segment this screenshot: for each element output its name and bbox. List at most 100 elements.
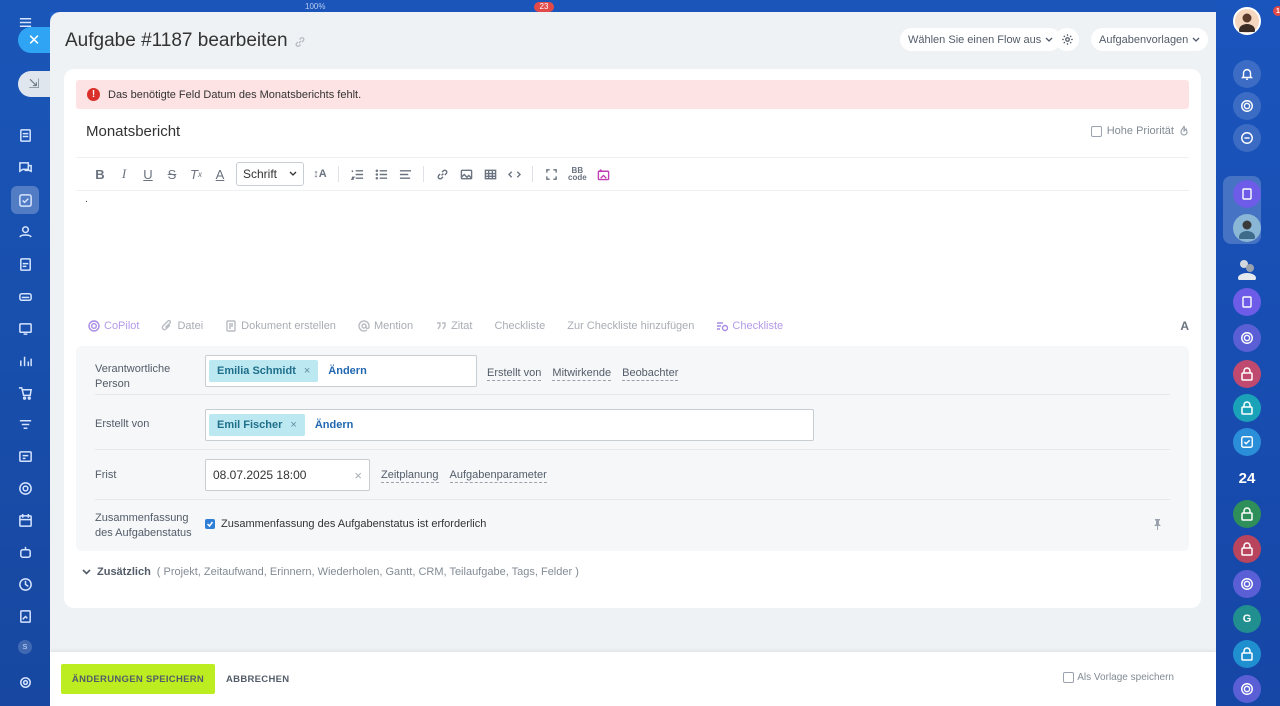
editor-body[interactable]: . [85,194,88,205]
remove-user-icon[interactable]: × [304,365,310,377]
save-changes-button[interactable]: ÄNDERUNGEN SPEICHERN [61,664,215,694]
checklist-button[interactable]: Checkliste [494,320,545,332]
task-title-input[interactable]: Monatsbericht [86,123,180,140]
contact-avatar[interactable] [1233,214,1261,242]
summary-required-toggle[interactable]: Zusammenfassung des Aufgabenstatus ist e… [205,518,486,530]
close-panel-button[interactable]: ✕ [18,27,50,53]
align-icon[interactable] [393,164,417,184]
task-fields-panel: Verantwortliche Person Emilia Schmidt × … [76,346,1189,551]
high-priority-toggle[interactable]: Hohe Priorität [1090,125,1189,137]
text-color-button[interactable]: A [208,164,232,184]
lock-icon-2[interactable] [1233,394,1261,422]
save-as-template-toggle[interactable]: Als Vorlage speichern [1063,672,1174,683]
italic-button[interactable]: I [112,164,136,184]
lock-icon-5[interactable] [1233,640,1261,668]
bell-icon[interactable] [1233,60,1261,88]
chat-icon[interactable] [17,159,33,175]
marketing-icon[interactable] [17,416,33,432]
responsible-user-selector[interactable]: Emilia Schmidt × Ändern [205,355,477,387]
change-user-link[interactable]: Ändern [315,419,354,431]
lock-icon[interactable] [1233,360,1261,388]
priority-checkbox[interactable] [1090,125,1102,137]
flow-select[interactable]: Wählen Sie einen Flow aus [900,28,1062,51]
change-user-link[interactable]: Ändern [328,365,367,377]
quote-button[interactable]: Zitat [435,320,472,332]
additional-label: Zusätzlich [97,566,151,578]
copilot-chat-icon-2[interactable] [1233,570,1261,598]
clear-date-icon[interactable]: × [354,468,362,483]
sites-icon[interactable] [17,320,33,336]
file-button[interactable]: Datei [161,320,203,332]
automation-icon[interactable] [17,576,33,592]
copilot-chat-icon[interactable] [1233,324,1261,352]
link-icon[interactable] [430,164,454,184]
scheduling-link[interactable]: Zeitplanung [381,469,439,483]
copilot-button[interactable]: CoPilot [88,320,139,332]
groups-icon[interactable] [17,223,33,239]
font-select[interactable]: Schrift [236,162,304,186]
save-as-template-checkbox[interactable] [1063,672,1075,683]
table-icon[interactable] [478,164,502,184]
pin-icon[interactable] [1153,518,1162,530]
bbcode-icon[interactable]: BB code [563,164,592,184]
additional-section-toggle[interactable]: Zusätzlich ( Projekt, Zeitaufwand, Erinn… [82,566,579,578]
creator-user-selector[interactable]: Emil Fischer × Ändern [205,409,814,441]
analytics-icon[interactable] [17,352,33,368]
tasks-icon[interactable] [17,192,33,208]
user-avatar[interactable] [1233,7,1261,35]
robot-icon[interactable] [17,544,33,560]
clear-format-button[interactable]: Tx [184,164,208,184]
templates-dropdown[interactable]: Aufgabenvorlagen [1091,28,1209,51]
numbered-list-icon[interactable] [345,164,369,184]
cancel-button[interactable]: ABBRECHEN [226,664,289,694]
bullet-list-icon[interactable] [369,164,393,184]
image-icon[interactable] [454,164,478,184]
deadline-input[interactable]: 08.07.2025 18:00 × [205,459,370,491]
settings-gear-icon[interactable] [17,674,33,690]
code-icon[interactable] [502,164,526,184]
font-size-button[interactable]: ↕A [308,164,332,184]
font-toggle-button[interactable]: A [1180,319,1189,333]
checklist-new-button[interactable]: Checkliste [716,320,783,332]
user-chip[interactable]: Emil Fischer × [209,414,305,436]
ai-image-icon[interactable] [592,164,616,184]
s-badge[interactable]: S [18,640,32,654]
bitrix24-logo[interactable]: 24 [1233,464,1261,492]
copilot-icon [88,320,100,332]
copilot-chat-icon-3[interactable] [1233,675,1261,703]
calendar-icon[interactable] [17,512,33,528]
role-link-observers[interactable]: Beobachter [622,367,679,381]
search-chat-icon[interactable] [1233,124,1261,152]
shop-icon[interactable] [17,384,33,400]
lock-icon-4[interactable] [1233,535,1261,563]
strikethrough-button[interactable]: S [160,164,184,184]
settings-button[interactable] [1055,28,1079,51]
role-link-creator[interactable]: Erstellt von [487,367,542,381]
underline-button[interactable]: U [136,164,160,184]
feed-icon[interactable] [17,127,33,143]
task-params-link[interactable]: Aufgabenparameter [449,469,547,483]
contact-center-icon[interactable] [17,448,33,464]
minimize-panel-button[interactable]: ⇲ [18,71,50,97]
remove-user-icon[interactable]: × [290,419,296,431]
chat-task-icon-2[interactable] [1233,288,1261,316]
task-check-icon[interactable] [1233,428,1261,456]
docs-icon[interactable] [17,256,33,272]
summary-checkbox[interactable] [205,519,215,529]
mention-button[interactable]: Mention [358,320,413,332]
copilot-icon[interactable] [1233,92,1261,120]
g-chat-avatar[interactable]: G [1233,605,1261,633]
support-icon[interactable] [17,480,33,496]
bold-button[interactable]: B [88,164,112,184]
fullscreen-icon[interactable] [539,164,563,184]
group-avatar[interactable] [1233,254,1261,282]
copy-link-icon[interactable] [294,36,306,48]
lock-icon-3[interactable] [1233,500,1261,528]
role-link-participants[interactable]: Mitwirkende [552,367,612,381]
user-chip[interactable]: Emilia Schmidt × [209,360,319,382]
create-document-button[interactable]: Dokument erstellen [225,320,336,332]
add-to-checklist-button[interactable]: Zur Checkliste hinzufügen [567,320,694,332]
sign-icon[interactable] [17,608,33,624]
chat-task-icon[interactable] [1233,180,1261,208]
drive-icon[interactable] [17,288,33,304]
